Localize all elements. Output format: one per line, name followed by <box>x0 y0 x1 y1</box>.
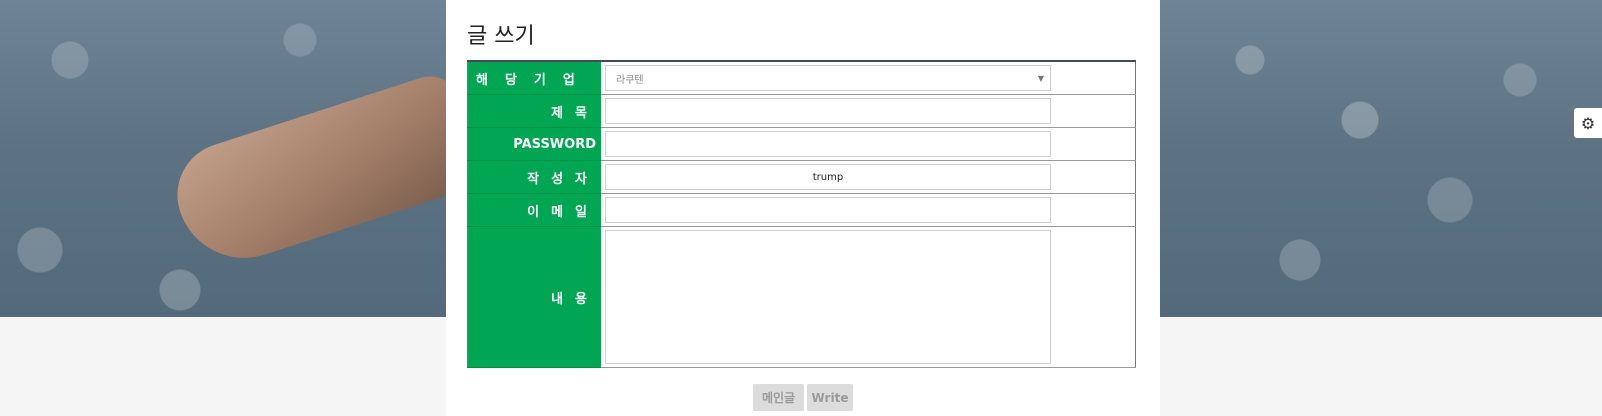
form-row-password: PASSWORD <box>467 127 1136 161</box>
write-panel: 글 쓰기 해당기업 라쿠텐 ▼ 제목 PASSWORD 작성자 trump 이메… <box>446 0 1160 416</box>
form-row-author: 작성자 trump <box>467 160 1136 194</box>
main-post-button[interactable]: 메인글 <box>753 384 804 411</box>
form-row-title: 제목 <box>467 94 1136 128</box>
email-label: 이메일 <box>467 193 601 227</box>
content-label: 내용 <box>467 226 601 368</box>
caret-down-icon: ▼ <box>1037 73 1044 83</box>
page-title: 글 쓰기 <box>467 24 535 49</box>
form-row-company: 해당기업 라쿠텐 ▼ <box>467 61 1136 95</box>
company-select[interactable]: 라쿠텐 ▼ <box>605 65 1051 91</box>
email-input[interactable] <box>605 197 1051 223</box>
finger-image <box>163 68 487 276</box>
write-form-table: 해당기업 라쿠텐 ▼ 제목 PASSWORD 작성자 trump 이메일 내용 <box>467 60 1136 368</box>
form-row-content: 내용 <box>467 226 1136 368</box>
author-label: 작성자 <box>467 160 601 194</box>
title-label: 제목 <box>467 94 601 128</box>
title-input[interactable] <box>605 98 1051 124</box>
content-textarea[interactable] <box>605 230 1051 364</box>
password-label: PASSWORD <box>467 127 601 161</box>
gear-icon[interactable]: ⚙ <box>1574 108 1602 138</box>
password-input[interactable] <box>605 131 1051 157</box>
form-buttons: 메인글 Write <box>753 384 853 411</box>
form-row-email: 이메일 <box>467 193 1136 227</box>
write-button[interactable]: Write <box>807 384 853 411</box>
company-label: 해당기업 <box>467 61 601 95</box>
company-select-value: 라쿠텐 <box>616 74 644 86</box>
author-input[interactable]: trump <box>605 164 1051 190</box>
